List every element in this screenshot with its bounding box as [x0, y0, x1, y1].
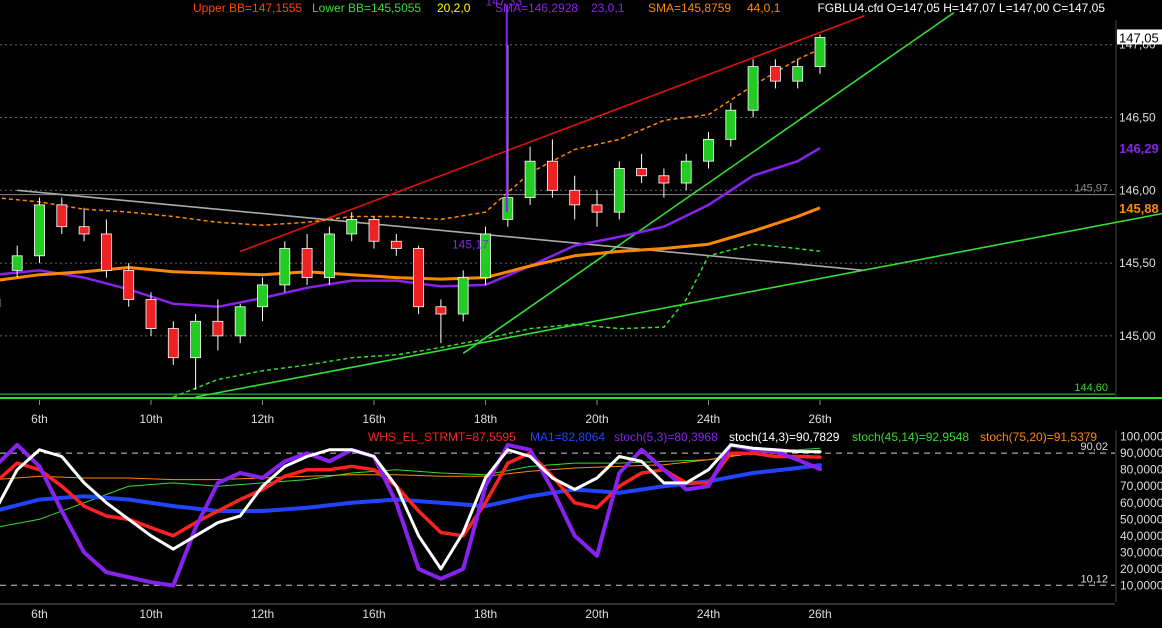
date-tick-label: 26th — [808, 412, 831, 426]
oscillator-legend-entry: stoch(75,20)=91,5379 — [980, 430, 1097, 444]
date-tick-label: 10th — [139, 412, 162, 426]
candle-body — [792, 66, 804, 82]
candle-body — [145, 299, 157, 329]
candle-body — [301, 248, 313, 279]
candle-body — [101, 233, 112, 271]
candle-body — [725, 109, 737, 140]
price-tick-label: 145,50 — [1119, 256, 1156, 270]
header-label: 44,0,1 — [747, 1, 781, 15]
date-tick-label: 10th — [139, 607, 162, 621]
osc-tick-label: 70,0000 — [1120, 479, 1162, 493]
candle-body — [658, 175, 670, 184]
price-badge: 145,88 — [1119, 201, 1159, 216]
date-tick-label: 26th — [808, 607, 831, 621]
price-badge: 147,05 — [1119, 30, 1159, 45]
header-label: SMA=146,2928 — [495, 1, 578, 15]
candle-body — [703, 138, 714, 162]
osc-tick-label: 10,0000 — [1120, 578, 1162, 592]
date-tick-label: 20th — [585, 412, 608, 426]
date-tick-label: 6th — [31, 412, 48, 426]
level-label: 145,97 — [1074, 183, 1108, 195]
candle-body — [212, 320, 224, 337]
candle-body — [569, 189, 581, 206]
price-badge: 146,29 — [1119, 141, 1159, 156]
price-tick-label: 146,50 — [1119, 111, 1156, 125]
candle-body — [34, 204, 45, 257]
candle-body — [279, 248, 291, 286]
candle-body — [814, 37, 826, 67]
header-label: SMA=145,8759 — [648, 1, 731, 15]
candle-body — [346, 219, 358, 235]
osc-tick-label: 30,0000 — [1120, 545, 1162, 559]
date-tick-label: 16th — [362, 607, 385, 621]
candle-body — [257, 284, 268, 308]
osc-tick-label: 100,0000 — [1120, 430, 1162, 444]
panel-separator[interactable] — [0, 397, 1162, 399]
date-tick-label: 18th — [474, 607, 497, 621]
candle-body — [591, 204, 603, 213]
candle-body — [323, 233, 335, 279]
osc-level-label: 10,12 — [1080, 573, 1108, 585]
candle-body — [413, 248, 425, 308]
candle-body — [234, 306, 246, 337]
oscillator-legend: WHS_EL_STRMT=87,5595 MA1=82,8064 stoch(5,3… — [368, 430, 1097, 444]
osc-tick-label: 50,0000 — [1120, 512, 1162, 526]
level-label: 144,60 — [1074, 382, 1108, 394]
osc-tick-label: 60,0000 — [1120, 496, 1162, 510]
candle-body — [56, 204, 68, 228]
header-label: Lower BB=145,5055 — [312, 1, 421, 15]
date-tick-label: 12th — [251, 412, 274, 426]
oscillator-legend-entry: stoch(14,3)=90,7829 — [729, 430, 840, 444]
candle-body — [368, 219, 380, 242]
candle-body — [167, 328, 179, 359]
ohlc-readout: FGBLU4.cfd O=147,05 H=147,07 L=147,00 C=… — [817, 1, 1105, 15]
candle-body — [547, 160, 558, 191]
candle-body — [457, 277, 469, 315]
candle-body — [435, 306, 447, 315]
price-tick-label: 146,00 — [1119, 183, 1156, 197]
date-tick-label: 24th — [697, 607, 720, 621]
candle-body — [636, 168, 647, 177]
date-tick-label: 24th — [697, 412, 720, 426]
price-annotation: 145,17 — [452, 238, 489, 252]
date-tick-label: 18th — [474, 412, 497, 426]
candle-body — [680, 160, 692, 184]
candle-body — [747, 66, 759, 111]
candle-body — [770, 66, 781, 82]
candle-body — [11, 255, 23, 271]
oscillator-legend-entry: MA1=82,8064 — [530, 430, 605, 444]
header-label: 20,2,0 — [437, 1, 471, 15]
date-tick-label: 16th — [362, 412, 385, 426]
candle-body — [78, 226, 90, 235]
header-label: 23,0,1 — [591, 1, 625, 15]
date-tick-label: 20th — [585, 607, 608, 621]
osc-tick-label: 40,0000 — [1120, 529, 1162, 543]
osc-tick-label: 20,0000 — [1120, 562, 1162, 576]
osc-tick-label: 80,0000 — [1120, 463, 1162, 477]
osc-tick-label: 90,0000 — [1120, 446, 1162, 460]
candle-body — [123, 269, 135, 300]
header-label: Upper BB=147,1555 — [193, 1, 302, 15]
candle-body — [524, 160, 536, 198]
date-tick-label: 6th — [31, 607, 48, 621]
oscillator-legend-entry: stoch(45,14)=92,9548 — [852, 430, 969, 444]
candle-body — [190, 320, 202, 359]
date-tick-label: 12th — [251, 607, 274, 621]
oscillator-legend-entry: stoch(5,3)=80,3968 — [614, 430, 718, 444]
oscillator-legend-entry: WHS_EL_STRMT=87,5595 — [368, 430, 516, 444]
candle-body — [390, 240, 402, 249]
trading-chart: 145,97144,60 147,33145,17 145,00145,5014… — [0, 0, 1162, 628]
price-tick-label: 145,00 — [1119, 329, 1156, 343]
candle-body — [613, 168, 625, 213]
